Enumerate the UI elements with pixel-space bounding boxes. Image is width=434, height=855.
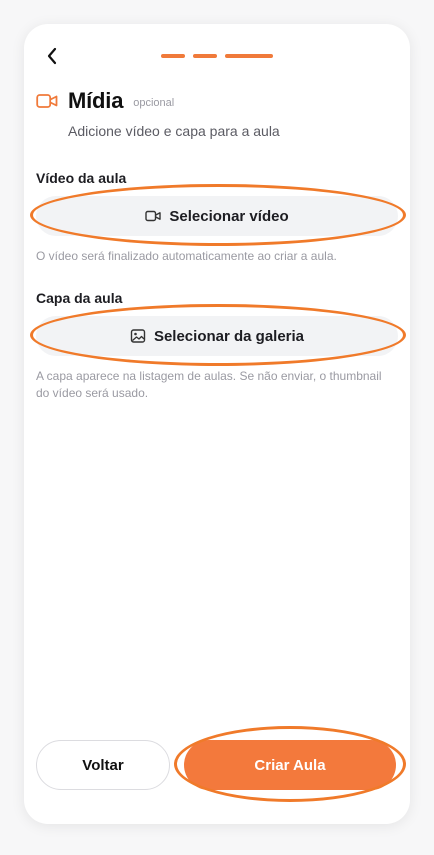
progress-step-1 [161,54,185,58]
progress-step-3 [225,54,273,58]
select-video-label: Selecionar vídeo [169,207,289,225]
video-camera-icon [145,210,162,222]
progress-step-2 [193,54,217,58]
cover-section-label: Capa da aula [36,290,123,306]
back-footer-button[interactable]: Voltar [36,740,170,790]
select-video-button[interactable]: Selecionar vídeo [36,196,398,236]
step-progress [161,54,273,58]
optional-badge: opcional [133,97,175,109]
back-button[interactable] [40,44,64,68]
image-icon [130,329,146,343]
video-camera-icon [36,94,58,108]
cover-hint: A capa aparece na listagem de aulas. Se … [36,369,382,400]
select-from-gallery-label: Selecionar da galeria [153,327,305,345]
create-lesson-button[interactable]: Criar Aula [184,740,396,790]
chevron-left-icon [47,47,57,65]
page-subtitle: Adicione vídeo e capa para a aula [68,123,280,139]
app-frame: Mídia opcional Adicione vídeo e capa par… [24,24,410,824]
select-from-gallery-button[interactable]: Selecionar da galeria [36,316,398,356]
video-hint: O vídeo será finalizado automaticamente … [36,249,337,263]
video-section-label: Vídeo da aula [36,170,127,186]
page-title: Mídia [68,88,124,113]
section-header: Mídia opcional [36,88,174,114]
